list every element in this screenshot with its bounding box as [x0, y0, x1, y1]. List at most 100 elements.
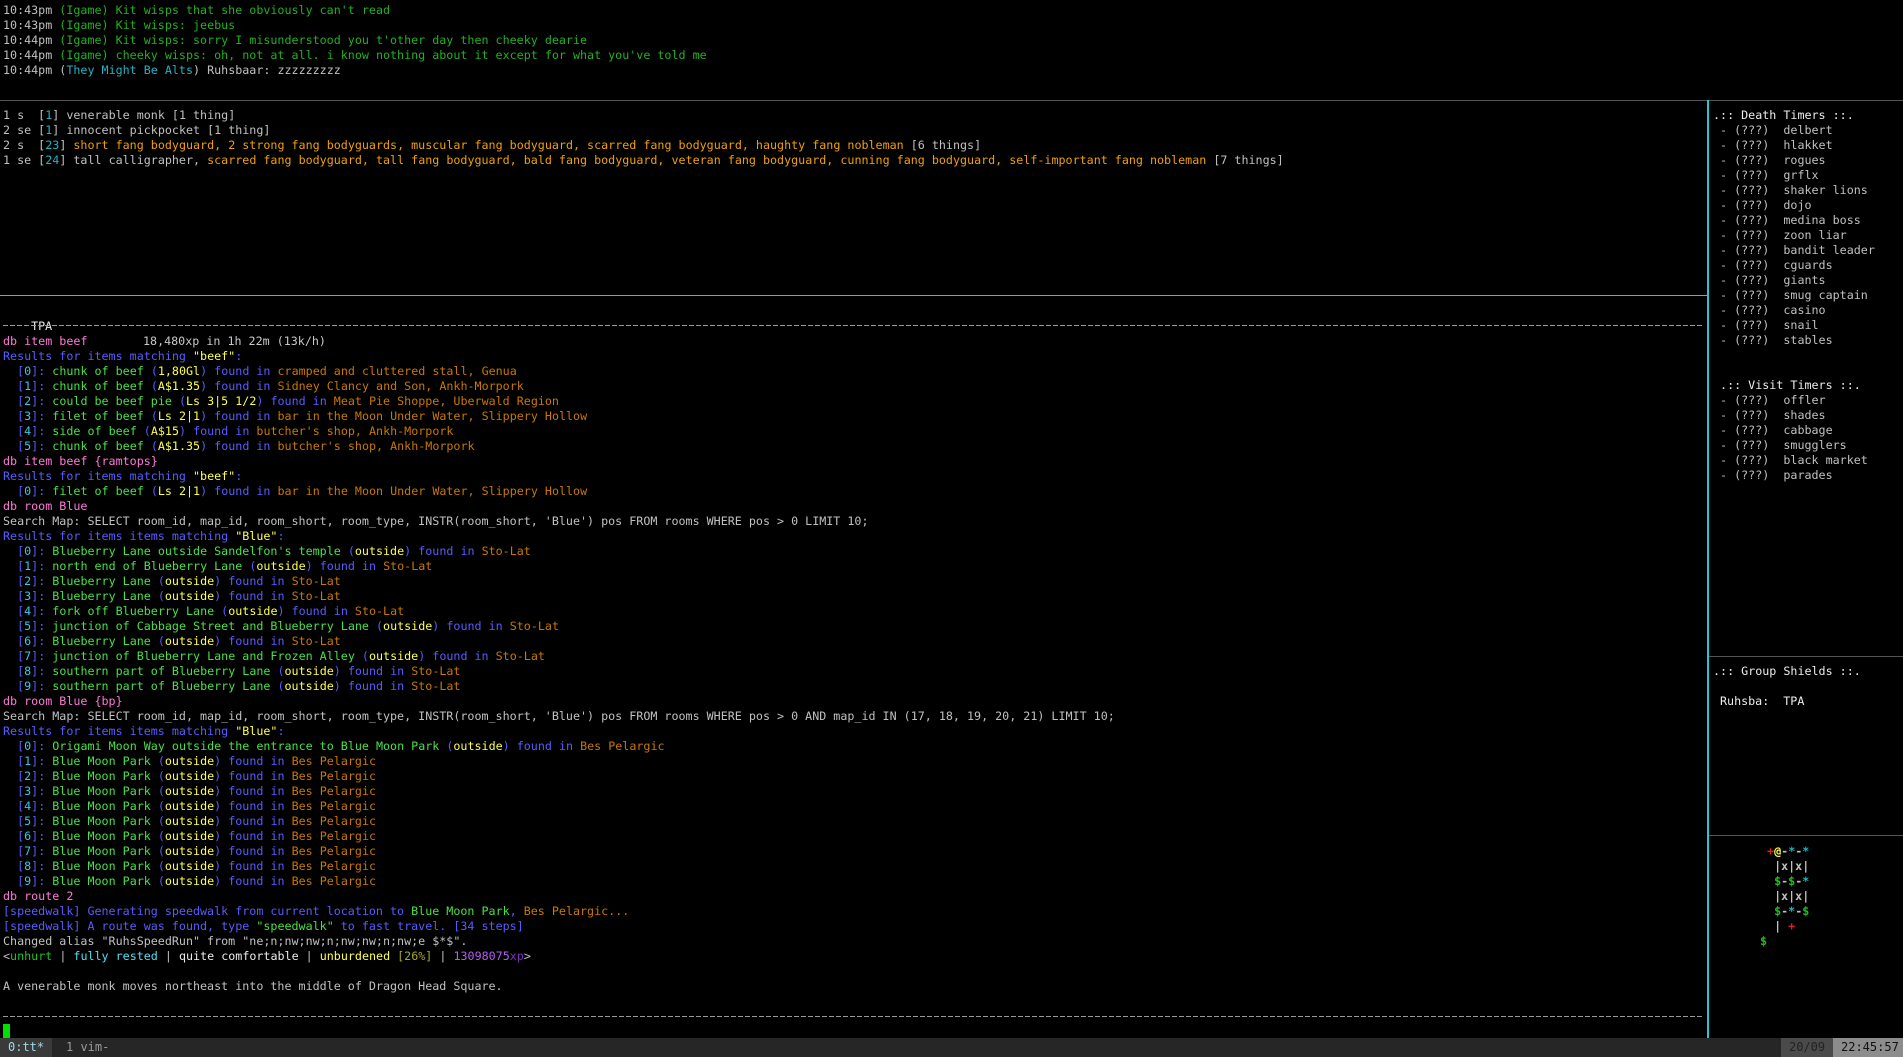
timer-name: smugglers: [1783, 438, 1847, 452]
result-row: [2]: could be beef pie (Ls 3|5 1/2) foun…: [3, 394, 1115, 409]
punctuation: [: [3, 424, 25, 438]
command-input[interactable]: [0, 1020, 1705, 1038]
punctuation: [: [3, 859, 25, 873]
text-segment: found in: [228, 829, 285, 843]
ascii-map: +@-*-* |x|x| $-$-* |x|x| $-*-$ | + $: [1760, 844, 1809, 949]
punctuation: ): [404, 544, 419, 558]
text-segment: found in: [228, 769, 285, 783]
punctuation: ]:: [31, 859, 53, 873]
punctuation: ): [200, 484, 215, 498]
map-row: |x|x|: [1760, 889, 1809, 904]
punctuation: [285, 574, 292, 588]
punctuation: ): [200, 379, 215, 393]
text-segment: |: [298, 949, 320, 963]
text-segment: found in: [228, 784, 285, 798]
text-segment: (Igame) Kit wisps: jeebus: [59, 18, 236, 32]
timer-row: - (???) delbert: [1713, 123, 1875, 138]
result-name: Blueberry Lane: [52, 634, 151, 648]
text-segment: "speedwalk": [256, 919, 334, 933]
punctuation: [: [3, 739, 25, 753]
timer-name: offler: [1783, 393, 1826, 407]
result-row: [9]: Blue Moon Park (outside) found in B…: [3, 874, 1115, 889]
timer-row: - (???) parades: [1713, 468, 1875, 483]
text-segment: Bes Pelargic...: [523, 904, 630, 918]
punctuation: ]:: [31, 484, 53, 498]
punctuation: ]:: [31, 769, 53, 783]
window-tab-0[interactable]: 0:tt*: [0, 1038, 53, 1057]
punctuation: ): [214, 574, 229, 588]
result-row: [7]: Blue Moon Park (outside) found in B…: [3, 844, 1115, 859]
result-name: filet of beef: [52, 484, 144, 498]
text-segment: :: [235, 469, 243, 483]
text-segment: 10:43pm: [3, 3, 60, 17]
result-name: Blueberry Lane: [52, 574, 151, 588]
result-location: Bes Pelargic: [291, 754, 377, 768]
timer-row: - (???) grflx: [1713, 168, 1875, 183]
text-segment: ] innocent pickpocket [1 thing]: [52, 123, 271, 137]
output-text: Search Map: SELECT room_id, map_id, room…: [3, 709, 1115, 723]
result-detail: outside: [284, 679, 334, 693]
timer-value: - (???): [1713, 243, 1784, 257]
punctuation: ]:: [31, 574, 53, 588]
punctuation: [285, 844, 292, 858]
punctuation: ]:: [31, 844, 53, 858]
punctuation: [285, 589, 292, 603]
punctuation: (: [439, 739, 454, 753]
text-segment: +: [1788, 919, 1796, 933]
section-title: .:: Visit Timers ::.: [1713, 378, 1861, 392]
result-location: Sto-Lat: [411, 679, 461, 693]
timer-value: - (???): [1713, 438, 1784, 452]
punctuation: ]:: [31, 829, 53, 843]
text-segment: (Igame) Kit wisps that she obviously can…: [59, 3, 391, 17]
timer-name: delbert: [1783, 123, 1833, 137]
result-detail: outside: [354, 544, 405, 558]
punctuation: (: [368, 619, 384, 633]
result-row: [8]: southern part of Blueberry Lane (ou…: [3, 664, 1115, 679]
timer-row: - (???) rogues: [1713, 153, 1875, 168]
punctuation: ): [214, 874, 229, 888]
timers-panel: .:: Death Timers ::. - (???) delbert - (…: [1713, 108, 1875, 483]
output-text: A venerable monk moves northeast into th…: [3, 979, 503, 993]
text-segment: unburdened: [319, 949, 398, 963]
room-contents-list: 1 s [1] venerable monk [1 thing] 2 se [1]…: [3, 108, 1284, 168]
punctuation: [: [3, 844, 25, 858]
text-segment: quite comfortable: [178, 949, 299, 963]
punctuation: (: [150, 874, 165, 888]
status-time: 22:45:57: [1833, 1038, 1903, 1057]
punctuation: ): [418, 649, 433, 663]
shield-player: Ruhsba:: [1720, 694, 1770, 708]
punctuation: [: [3, 379, 25, 393]
text-segment: 1 s [: [3, 108, 46, 122]
text-segment: found in: [228, 754, 285, 768]
text-segment: |: [157, 949, 179, 963]
result-name: fork off Blueberry Lane: [52, 604, 215, 618]
text-segment: found in: [214, 409, 271, 423]
text-segment: found in: [270, 394, 327, 408]
room-entry: 2 se [1] innocent pickpocket [1 thing]: [3, 123, 1284, 138]
timer-name: bandit leader: [1783, 243, 1875, 257]
punctuation: [475, 544, 482, 558]
window-tab-1[interactable]: 1 vim-: [58, 1038, 117, 1057]
text-segment: [speedwalk] A route was found, type: [3, 919, 257, 933]
punctuation: ): [214, 589, 229, 603]
punctuation: ): [214, 859, 229, 873]
search-term: "Blue": [235, 529, 278, 543]
result-location: Meat Pie Shoppe, Uberwald Region: [333, 394, 559, 408]
chat-line: 10:43pm (Igame) Kit wisps: jeebus: [3, 18, 707, 33]
timer-value: - (???): [1713, 168, 1784, 182]
timer-row: - (???) offler: [1713, 393, 1875, 408]
text-segment: found in: [193, 424, 250, 438]
text-segment: 13098075: [453, 949, 510, 963]
punctuation: (: [150, 784, 165, 798]
timer-value: - (???): [1713, 303, 1784, 317]
text-segment: Results for items matching: [3, 349, 193, 363]
text-segment: found in: [228, 589, 285, 603]
result-location: Bes Pelargic: [291, 799, 377, 813]
result-name: north end of Blueberry Lane: [52, 559, 243, 573]
result-detail: outside: [164, 634, 215, 648]
punctuation: (: [270, 664, 285, 678]
results-header: Results for items matching "beef":: [3, 469, 1115, 484]
result-location: Sto-Lat: [495, 649, 545, 663]
result-name: Blue Moon Park: [52, 784, 151, 798]
